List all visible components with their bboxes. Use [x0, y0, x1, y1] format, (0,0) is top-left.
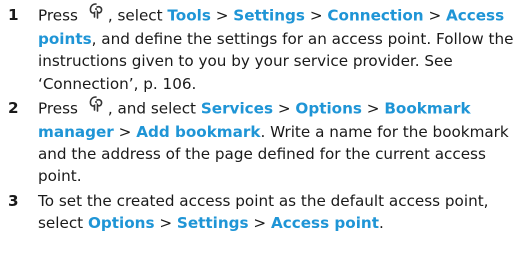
menu-path-tools: Tools	[167, 6, 211, 25]
menu-path-services: Services	[200, 99, 274, 118]
menu-path-settings: Settings	[233, 6, 305, 25]
menu-key-icon	[87, 95, 105, 119]
step-number: 3	[8, 191, 19, 210]
instruction-list: 1 Press , select Tools > Settings > Conn…	[8, 2, 514, 236]
menu-key-icon	[87, 2, 105, 26]
step-text-select: , select	[107, 6, 163, 25]
menu-path-options: Options	[295, 99, 362, 118]
menu-path-settings: Settings	[176, 213, 249, 232]
step-2: 2 Press , and select Services > Options …	[8, 95, 514, 188]
separator: >	[366, 99, 380, 118]
step-text-press: Press	[38, 99, 78, 118]
step-text-press: Press	[38, 6, 78, 25]
step-number: 1	[8, 6, 19, 24]
menu-path-add-bookmark: Add bookmark	[136, 123, 261, 142]
separator: >	[118, 123, 132, 142]
step-number: 2	[8, 98, 19, 117]
step-text-select: , and select	[107, 99, 196, 118]
separator: >	[428, 6, 442, 25]
separator: >	[277, 99, 291, 118]
separator: >	[215, 6, 229, 25]
separator: >	[309, 6, 323, 25]
step-body-text: , and define the settings for an access …	[38, 30, 514, 93]
menu-path-options: Options	[87, 213, 155, 232]
step-1: 1 Press , select Tools > Settings > Conn…	[8, 2, 514, 95]
step-end-punct: .	[379, 213, 384, 232]
separator: >	[159, 213, 173, 232]
menu-path-connection: Connection	[327, 6, 424, 25]
menu-path-access-point: Access point	[270, 213, 379, 232]
step-3: 3 To set the created access point as the…	[8, 190, 514, 234]
separator: >	[253, 213, 267, 232]
